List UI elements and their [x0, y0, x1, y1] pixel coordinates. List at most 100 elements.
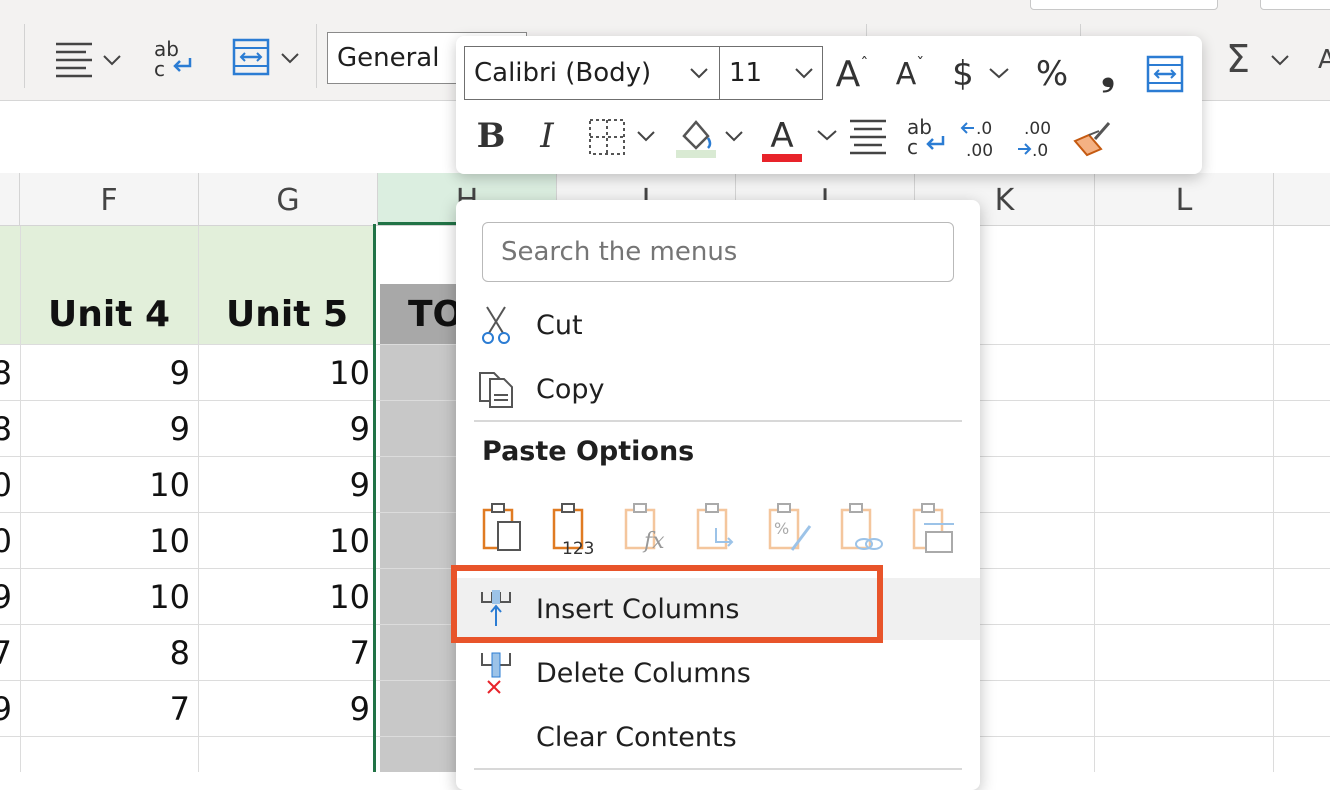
- ribbon-button[interactable]: [1260, 0, 1330, 10]
- increase-decimal-button[interactable]: .0.00: [958, 116, 1008, 160]
- header-cell-unit5[interactable]: Unit 5: [198, 294, 376, 335]
- shrink-font-button[interactable]: Aˇ: [886, 50, 934, 98]
- cell-e[interactable]: 8: [0, 410, 12, 448]
- paste-icon[interactable]: [480, 500, 532, 558]
- paste-formatting-icon[interactable]: %: [766, 500, 818, 558]
- format-painter-button[interactable]: [1070, 116, 1116, 160]
- menu-item-clear-contents[interactable]: Clear Contents: [456, 706, 980, 768]
- svg-text:.00: .00: [1024, 119, 1051, 139]
- cell-f[interactable]: 9: [20, 354, 190, 392]
- caret-up-icon: ˆ: [860, 53, 869, 73]
- bold-button[interactable]: B: [472, 112, 510, 160]
- cell-g[interactable]: 9: [198, 466, 370, 504]
- search-menus-input[interactable]: [482, 222, 954, 282]
- cell-e[interactable]: 9: [0, 690, 12, 728]
- align-center-button[interactable]: [846, 116, 890, 158]
- svg-text:c: c: [907, 135, 918, 158]
- comma-icon: ❟: [1101, 54, 1115, 94]
- paste-link-icon[interactable]: [838, 500, 890, 558]
- svg-text:A: A: [1318, 45, 1330, 75]
- svg-text:.00: .00: [966, 141, 993, 160]
- svg-text:%: %: [774, 519, 789, 538]
- chevron-down-icon: [989, 68, 1009, 79]
- paste-values-icon[interactable]: 123: [550, 500, 602, 559]
- svg-text:fx: fx: [642, 529, 665, 554]
- col-line: [1094, 226, 1095, 772]
- context-menu: Cut Copy Paste Options 123 fx % Insert C…: [456, 200, 980, 790]
- column-header-g[interactable]: G: [199, 173, 378, 225]
- svg-text:.0: .0: [1032, 141, 1048, 160]
- cell-g[interactable]: 7: [198, 634, 370, 672]
- cell-f[interactable]: 10: [20, 522, 190, 560]
- font-color-letter: A: [770, 116, 794, 156]
- insert-columns-highlight: [451, 565, 883, 643]
- borders-button[interactable]: [586, 116, 660, 158]
- wrap-text-icon: abc: [907, 116, 945, 158]
- column-header-f[interactable]: F: [20, 173, 199, 225]
- font-color-swatch: [762, 154, 802, 162]
- comma-style-button[interactable]: ❟: [1086, 50, 1130, 98]
- wrap-text-icon[interactable]: ab c: [152, 38, 194, 80]
- align-left-icon[interactable]: [52, 38, 126, 80]
- grow-font-icon: A: [835, 53, 861, 95]
- svg-text:.0: .0: [976, 119, 992, 139]
- cell-e[interactable]: 8: [0, 354, 12, 392]
- menu-item-cut[interactable]: Cut: [456, 294, 980, 356]
- cell-g[interactable]: 9: [198, 410, 370, 448]
- wrap-text-button[interactable]: ab c: [904, 116, 948, 158]
- merge-cells-icon: [1146, 55, 1184, 93]
- chevron-down-icon: [690, 68, 708, 79]
- cell-f[interactable]: 10: [20, 466, 190, 504]
- cell-e[interactable]: 9: [0, 578, 12, 616]
- merge-center-button[interactable]: [1144, 52, 1186, 96]
- paste-column-widths-icon[interactable]: [910, 500, 962, 558]
- menu-item-delete-columns[interactable]: Delete Columns: [456, 642, 980, 704]
- sort-filter-icon[interactable]: A: [1316, 38, 1330, 80]
- font-color-icon: A: [760, 116, 804, 162]
- cell-f[interactable]: 8: [20, 634, 190, 672]
- grow-font-button[interactable]: Aˆ: [828, 50, 876, 98]
- caret-down-icon: ˇ: [916, 53, 925, 73]
- italic-button[interactable]: I: [528, 112, 566, 160]
- column-header-l[interactable]: L: [1095, 173, 1274, 225]
- svg-text:123: 123: [562, 539, 594, 558]
- cell-e[interactable]: 10: [0, 466, 12, 504]
- menu-item-clear-contents-label: Clear Contents: [536, 721, 737, 753]
- percent-icon: %: [1035, 54, 1069, 94]
- menu-separator: [474, 768, 962, 770]
- ribbon-divider: [316, 24, 317, 88]
- shrink-font-icon: A: [895, 56, 917, 92]
- paste-formulas-icon[interactable]: fx: [622, 500, 674, 558]
- cell-g[interactable]: 10: [198, 354, 370, 392]
- header-cell-unit4[interactable]: Unit 4: [20, 294, 198, 335]
- paste-transpose-icon[interactable]: [694, 500, 746, 558]
- cell-f[interactable]: 10: [20, 578, 190, 616]
- cell-g[interactable]: 10: [198, 522, 370, 560]
- currency-button[interactable]: $: [944, 50, 1018, 98]
- percent-button[interactable]: %: [1028, 50, 1076, 98]
- merge-cells-icon[interactable]: [232, 36, 304, 82]
- decrease-decimal-icon: .00.0: [1018, 119, 1051, 160]
- cell-e[interactable]: 7: [0, 634, 12, 672]
- font-size-select[interactable]: 11: [719, 46, 823, 100]
- cell-g[interactable]: 9: [198, 690, 370, 728]
- font-name-value: Calibri (Body): [474, 58, 652, 88]
- increase-decimal-icon: .0.00: [960, 119, 993, 160]
- cell-f[interactable]: 7: [20, 690, 190, 728]
- font-name-select[interactable]: Calibri (Body): [464, 46, 720, 100]
- font-color-button[interactable]: A: [758, 112, 840, 162]
- decrease-decimal-button[interactable]: .00.0: [1014, 116, 1064, 160]
- column-header-m[interactable]: [1274, 173, 1330, 225]
- ribbon-button[interactable]: [1030, 0, 1218, 10]
- col-line: [1273, 226, 1274, 772]
- currency-icon: $: [952, 54, 974, 94]
- cell-g[interactable]: 10: [198, 578, 370, 616]
- cell-e[interactable]: 10: [0, 522, 12, 560]
- fill-color-button[interactable]: [674, 114, 748, 160]
- menu-separator: [474, 420, 962, 422]
- chevron-down-icon: [817, 130, 837, 141]
- menu-item-copy[interactable]: Copy: [456, 358, 980, 420]
- cell-f[interactable]: 9: [20, 410, 190, 448]
- column-header-e[interactable]: [0, 173, 20, 225]
- autosum-icon[interactable]: Σ: [1226, 38, 1296, 80]
